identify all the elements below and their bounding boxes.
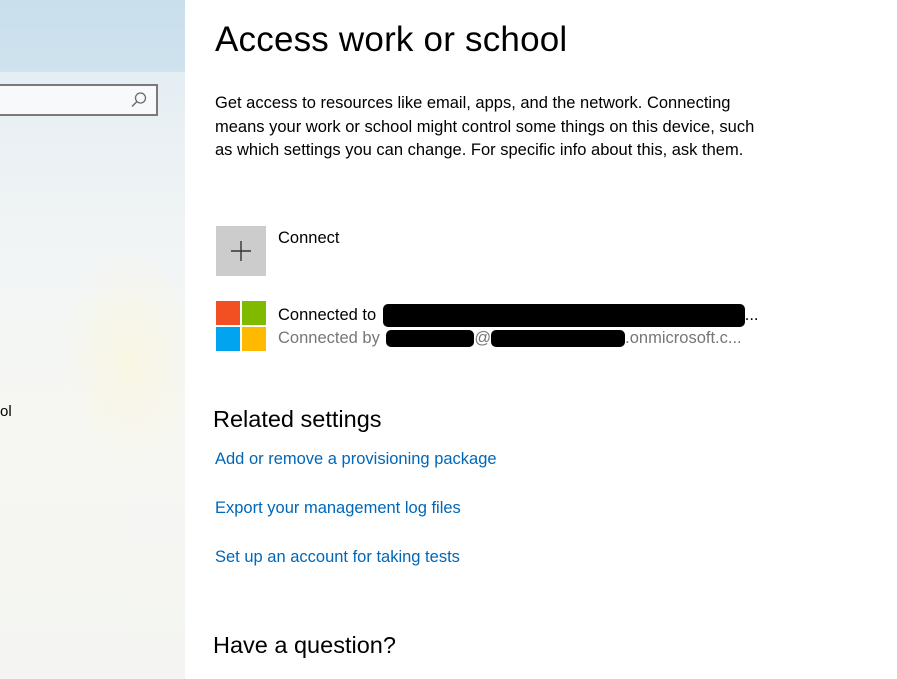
connect-tile[interactable] <box>216 226 266 276</box>
line1-ellipsis: ... <box>744 305 759 324</box>
microsoft-logo-icon <box>216 301 266 351</box>
connected-by-label: Connected by <box>278 329 380 347</box>
page-description: Get access to resources like email, apps… <box>215 94 755 159</box>
navigation-pane: ol <box>0 0 185 679</box>
main-content: Access work or school Get access to reso… <box>185 0 897 679</box>
nav-background-glow <box>60 250 185 470</box>
account-connected-by: Connected by @ .onmicrosoft.c... <box>278 329 742 348</box>
related-settings-heading: Related settings <box>213 406 382 432</box>
redacted-username <box>386 330 475 348</box>
connected-account-item[interactable]: Connected to ... Connected by @ .onmicros… <box>216 301 776 353</box>
search-input[interactable] <box>0 84 158 116</box>
plus-icon <box>231 241 251 261</box>
connect-button[interactable]: Connect <box>216 226 776 276</box>
connected-to-label: Connected to <box>278 305 377 324</box>
search-icon[interactable] <box>130 91 148 109</box>
page-title: Access work or school <box>215 20 568 59</box>
at-sign: @ <box>474 329 492 347</box>
test-account-link[interactable]: Set up an account for taking tests <box>215 548 460 567</box>
provisioning-package-link[interactable]: Add or remove a provisioning package <box>215 450 497 469</box>
redacted-tenant <box>491 330 626 348</box>
account-connected-to: Connected to ... <box>278 304 759 327</box>
nav-header <box>0 0 185 72</box>
have-a-question-heading: Have a question? <box>213 632 396 658</box>
redacted-organization <box>382 304 745 327</box>
tenant-domain: .onmicrosoft.c... <box>625 329 742 347</box>
nav-item-access-work-or-school[interactable]: ol <box>0 403 12 420</box>
export-management-logs-link[interactable]: Export your management log files <box>215 499 461 518</box>
connect-label: Connect <box>278 229 340 247</box>
